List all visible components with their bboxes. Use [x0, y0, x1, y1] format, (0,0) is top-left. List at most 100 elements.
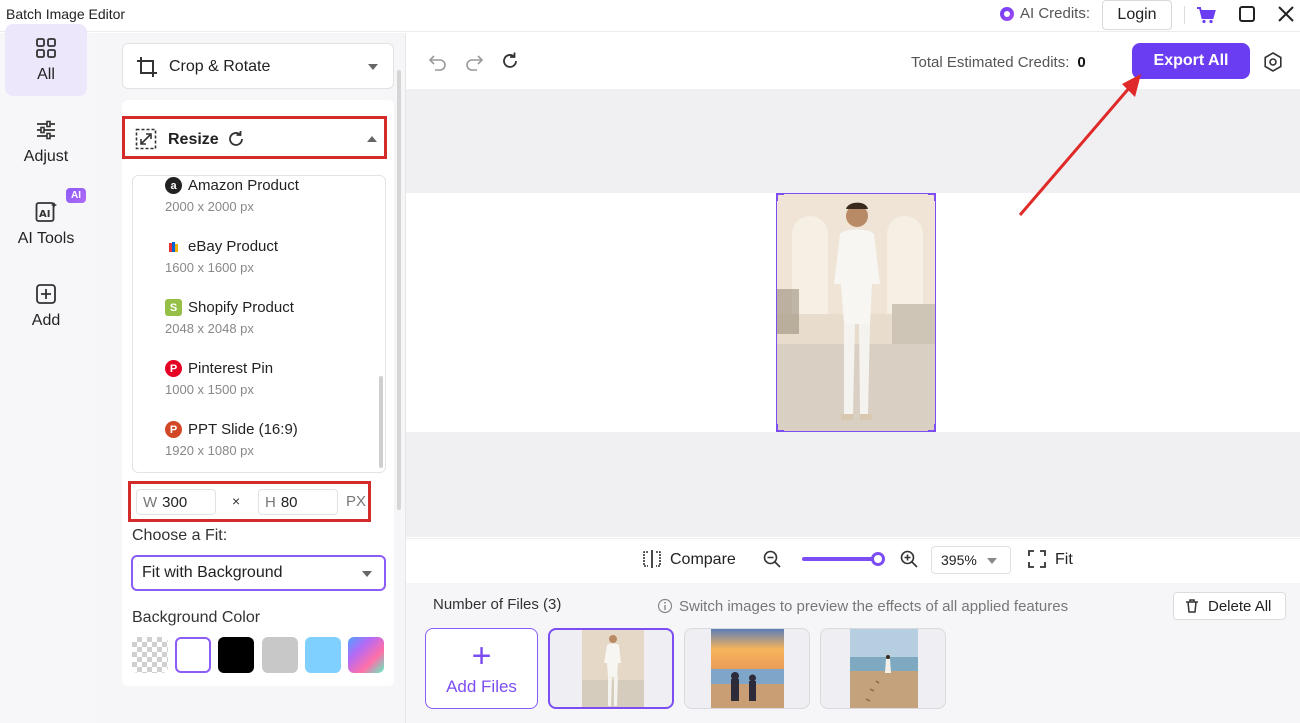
resize-label: Resize — [168, 131, 219, 148]
preset-item-shopify[interactable]: S Shopify Product 2048 x 2048 px — [165, 299, 365, 336]
fit-value: Fit with Background — [142, 564, 283, 581]
zoom-slider[interactable] — [802, 552, 885, 566]
pinterest-icon: P — [165, 360, 182, 377]
preset-size: 1920 x 1080 px — [165, 443, 254, 458]
swatch-black[interactable] — [218, 637, 254, 673]
preset-item-ppt[interactable]: P PPT Slide (16:9) 1920 x 1080 px — [165, 421, 365, 458]
svg-text:AI: AI — [39, 209, 50, 220]
zoom-in-icon[interactable] — [899, 549, 919, 569]
file-thumbnail[interactable] — [684, 628, 810, 709]
crop-handle[interactable] — [928, 194, 935, 201]
thumbnail-image — [582, 630, 644, 707]
file-thumbnail[interactable] — [548, 628, 674, 709]
unit-label: PX — [346, 493, 367, 510]
cart-icon[interactable] — [1196, 6, 1216, 24]
add-files-button[interactable]: + Add Files — [425, 628, 538, 709]
resize-icon — [135, 128, 157, 150]
powerpoint-icon: P — [165, 421, 182, 438]
file-thumbnail[interactable] — [820, 628, 946, 709]
maximize-icon[interactable] — [1239, 6, 1255, 22]
thumbnail-image — [711, 629, 784, 708]
chevron-up-icon — [367, 136, 377, 142]
zoom-select[interactable]: 395% — [931, 546, 1011, 574]
estimated-credits-label: Total Estimated Credits: — [911, 54, 1070, 71]
swatch-gray[interactable] — [262, 637, 298, 673]
crop-handle[interactable] — [777, 424, 784, 431]
preset-item-amazon[interactable]: a Amazon Product 2000 x 2000 px — [165, 177, 365, 214]
height-value: 80 — [280, 493, 298, 511]
ai-tools-icon: AI — [35, 202, 57, 222]
zoom-thumb[interactable] — [871, 552, 885, 566]
fit-select[interactable]: Fit with Background — [131, 555, 386, 591]
preset-size: 1600 x 1600 px — [165, 260, 254, 275]
chevron-down-icon — [362, 571, 372, 577]
trash-icon — [1186, 599, 1198, 613]
plus-square-icon — [36, 284, 56, 304]
swatch-gradient[interactable] — [348, 637, 384, 673]
preview-image[interactable] — [776, 193, 936, 432]
amazon-icon: a — [165, 177, 182, 194]
man-in-white-suit-photo — [777, 194, 935, 431]
redo-icon[interactable] — [464, 52, 484, 72]
delete-all-button[interactable]: Delete All — [1173, 592, 1286, 620]
add-files-label: Add Files — [446, 676, 517, 696]
fit-screen-icon[interactable] — [1028, 550, 1046, 568]
crop-rotate-section[interactable]: Crop & Rotate — [122, 43, 394, 89]
fit-label[interactable]: Fit — [1055, 551, 1073, 569]
ai-badge: AI — [66, 188, 86, 203]
preset-size: 2000 x 2000 px — [165, 199, 254, 214]
preset-name: Shopify Product — [188, 299, 294, 316]
thumbnail-image — [850, 629, 918, 708]
info-icon — [657, 598, 673, 614]
undo-icon[interactable] — [428, 52, 448, 72]
preset-scrollbar[interactable] — [379, 376, 383, 468]
height-input[interactable]: H 80 — [258, 489, 338, 515]
grid-icon — [36, 38, 56, 58]
width-input[interactable]: W 300 — [136, 489, 216, 515]
nav-item-add[interactable]: Add — [5, 270, 87, 342]
preset-name: PPT Slide (16:9) — [188, 421, 298, 438]
compare-label[interactable]: Compare — [670, 551, 736, 569]
crop-rotate-label: Crop & Rotate — [169, 58, 271, 75]
swatch-transparent[interactable] — [132, 637, 168, 673]
nav-item-adjust[interactable]: Adjust — [5, 106, 87, 178]
app-title: Batch Image Editor — [6, 6, 126, 22]
crop-handle[interactable] — [928, 424, 935, 431]
sliders-icon — [37, 120, 55, 140]
height-label: H — [265, 493, 276, 511]
ebay-icon — [165, 238, 182, 255]
crop-handle[interactable] — [777, 194, 784, 201]
preset-size: 1000 x 1500 px — [165, 382, 254, 397]
settings-icon[interactable] — [1262, 51, 1284, 73]
dimension-inputs: W 300 × H 80 PX — [128, 481, 371, 522]
plus-icon: + — [471, 636, 492, 675]
panel-scrollbar[interactable] — [397, 70, 401, 510]
annotation-arrow — [1018, 74, 1141, 216]
title-bar: Batch Image Editor AI Credits: Login — [0, 0, 1300, 32]
nav-label: Adjust — [23, 148, 69, 165]
width-value: 300 — [162, 493, 188, 511]
swatch-light-blue[interactable] — [305, 637, 341, 673]
zoom-track — [802, 557, 878, 561]
ai-credits-label: AI Credits: — [1020, 5, 1091, 22]
preset-name: Amazon Product — [188, 177, 299, 194]
chevron-down-icon — [368, 64, 378, 70]
login-button[interactable]: Login — [1102, 0, 1172, 30]
delete-all-label: Delete All — [1208, 597, 1272, 615]
preset-item-ebay[interactable]: eBay Product 1600 x 1600 px — [165, 238, 365, 275]
preset-item-pinterest[interactable]: P Pinterest Pin 1000 x 1500 px — [165, 360, 365, 397]
refresh-icon[interactable] — [500, 51, 520, 71]
estimated-credits: Total Estimated Credits: 0 — [911, 54, 1086, 71]
compare-icon[interactable] — [642, 549, 662, 569]
zoom-value: 395% — [941, 552, 977, 568]
swatch-white[interactable] — [175, 637, 211, 673]
nav-item-all[interactable]: All — [5, 24, 87, 96]
ai-credits: AI Credits: — [1000, 5, 1090, 22]
resize-preset-list: a Amazon Product 2000 x 2000 px eBay Prod… — [132, 175, 386, 473]
close-icon[interactable] — [1276, 4, 1296, 24]
nav-label: AI Tools — [17, 230, 75, 247]
zoom-out-icon[interactable] — [762, 549, 782, 569]
nav-label: All — [37, 66, 55, 83]
reset-icon[interactable] — [226, 129, 246, 149]
resize-header[interactable]: Resize — [122, 116, 387, 159]
